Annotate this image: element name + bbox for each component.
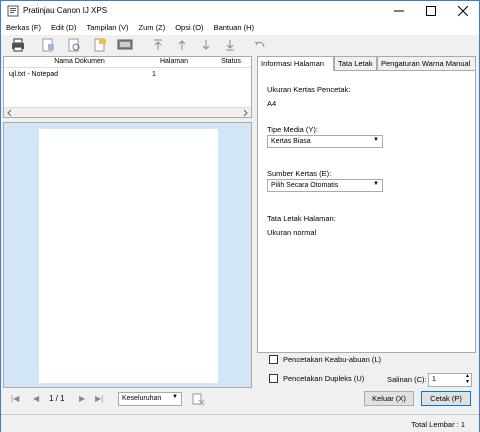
scroll-left-icon[interactable]	[6, 109, 14, 117]
page-zoom-icon	[68, 38, 80, 52]
table-row[interactable]: ujl.txt - Notepad 1	[4, 70, 251, 81]
exit-button[interactable]: Keluar (X)	[364, 391, 414, 406]
duplex-checkbox[interactable]	[269, 374, 278, 383]
menu-zoom[interactable]: Zum (Z)	[134, 21, 171, 35]
document-tool-2[interactable]	[67, 38, 81, 52]
copies-label: Salinan (C):	[387, 375, 427, 384]
app-window: Pratinjau Canon IJ XPS Berkas (F) Edit (…	[0, 0, 480, 432]
copies-value: 1	[432, 376, 436, 383]
page-icon	[42, 38, 54, 52]
page-layout-label: Tata Letak Halaman:	[267, 214, 336, 223]
move-up-tool[interactable]	[175, 38, 189, 52]
display-icon	[117, 39, 133, 50]
view-tool-button[interactable]	[117, 38, 133, 52]
printer-icon	[12, 38, 24, 52]
horizontal-scrollbar[interactable]	[4, 107, 251, 117]
page-indicator: 1 / 1	[49, 394, 65, 403]
undo-icon	[254, 41, 265, 48]
tab-page-info[interactable]: Informasi Halaman	[257, 56, 334, 71]
tab-manual-color[interactable]: Pengaturan Warna Manual	[377, 56, 476, 70]
media-type-select[interactable]: Kertas Biasa ▼	[267, 135, 383, 148]
toolbar	[1, 35, 479, 55]
zoom-select-value: Keseluruhan	[122, 395, 162, 402]
scroll-right-icon[interactable]	[241, 109, 249, 117]
menu-bar: Berkas (F) Edit (D) Tampilan (V) Zum (Z)…	[1, 21, 479, 35]
copies-stepper[interactable]: 1 ▲ ▼	[428, 373, 472, 387]
paper-size-value: A4	[267, 99, 277, 108]
document-list-header: Nama Dokumen Halaman Status	[4, 57, 251, 68]
page-navigation: |◀ ◀ 1 / 1 ▶ ▶| Keseluruhan ▼	[3, 390, 252, 409]
preview-area	[3, 122, 252, 388]
menu-edit[interactable]: Edit (D)	[46, 21, 81, 35]
move-down-tool[interactable]	[199, 38, 213, 52]
chevron-down-icon: ▼	[373, 181, 379, 187]
media-type-label: Tipe Media (Y):	[267, 125, 318, 134]
minimize-icon	[394, 10, 404, 12]
page-layout-value: Ukuran normal	[267, 228, 317, 237]
first-page-icon[interactable]: |◀	[11, 394, 19, 403]
undo-tool[interactable]	[253, 38, 267, 52]
page-edit-icon	[94, 38, 106, 52]
paper-size-label: Ukuran Kertas Pencetak:	[267, 85, 351, 94]
move-down-icon	[202, 40, 210, 50]
next-page-icon[interactable]: ▶	[79, 394, 85, 403]
tab-layout[interactable]: Tata Letak	[334, 56, 377, 70]
paper-source-value: Pilih Secara Otomatis	[271, 182, 339, 189]
document-name-cell: ujl.txt - Notepad	[9, 71, 59, 78]
last-page-icon[interactable]: ▶|	[95, 394, 103, 403]
document-pages-cell: 1	[152, 71, 156, 78]
move-last-tool[interactable]	[223, 38, 237, 52]
move-bottom-icon	[226, 40, 234, 51]
paper-source-label: Sumber Kertas (E):	[267, 169, 332, 178]
status-bar: Total Lembar : 1	[1, 414, 479, 432]
close-icon	[458, 6, 468, 16]
column-pages[interactable]: Halaman	[154, 58, 194, 65]
column-document-name[interactable]: Nama Dokumen	[42, 58, 117, 65]
media-type-value: Kertas Biasa	[271, 138, 311, 145]
document-tool-1[interactable]	[41, 38, 55, 52]
print-button[interactable]: Cetak (P)	[421, 391, 471, 406]
chevron-down-icon: ▼	[172, 394, 178, 400]
preview-page	[39, 129, 218, 383]
total-sheets: Total Lembar : 1	[411, 420, 465, 429]
previous-page-icon[interactable]: ◀	[33, 394, 39, 403]
menu-options[interactable]: Opsi (O)	[170, 21, 208, 35]
page-info-panel: Ukuran Kertas Pencetak: A4 Tipe Media (Y…	[257, 70, 476, 353]
maximize-icon	[426, 6, 436, 16]
close-button[interactable]	[447, 1, 479, 21]
grayscale-label: Pencetakan Keabu-abuan (L)	[283, 355, 381, 364]
move-up-icon	[178, 40, 186, 50]
title-bar: Pratinjau Canon IJ XPS	[1, 1, 479, 21]
print-tool-button[interactable]	[11, 38, 25, 52]
menu-help[interactable]: Bantuan (H)	[209, 21, 259, 35]
duplex-label: Pencetakan Dupleks (U)	[283, 374, 365, 383]
column-status[interactable]: Status	[212, 58, 250, 65]
menu-file[interactable]: Berkas (F)	[1, 21, 46, 35]
paper-source-select[interactable]: Pilih Secara Otomatis ▼	[267, 179, 383, 192]
delete-page-icon[interactable]	[192, 393, 205, 406]
spin-down-icon[interactable]: ▼	[465, 379, 470, 385]
minimize-button[interactable]	[383, 1, 415, 21]
menu-view[interactable]: Tampilan (V)	[81, 21, 133, 35]
document-list: Nama Dokumen Halaman Status ujl.txt - No…	[3, 56, 252, 118]
move-top-icon	[154, 39, 162, 50]
window-title: Pratinjau Canon IJ XPS	[23, 6, 108, 15]
zoom-select[interactable]: Keseluruhan ▼	[118, 392, 182, 406]
chevron-down-icon: ▼	[373, 137, 379, 143]
app-icon	[7, 5, 19, 17]
document-tool-3[interactable]	[93, 38, 107, 52]
maximize-button[interactable]	[415, 1, 447, 21]
move-first-tool[interactable]	[151, 38, 165, 52]
grayscale-checkbox[interactable]	[269, 355, 278, 364]
